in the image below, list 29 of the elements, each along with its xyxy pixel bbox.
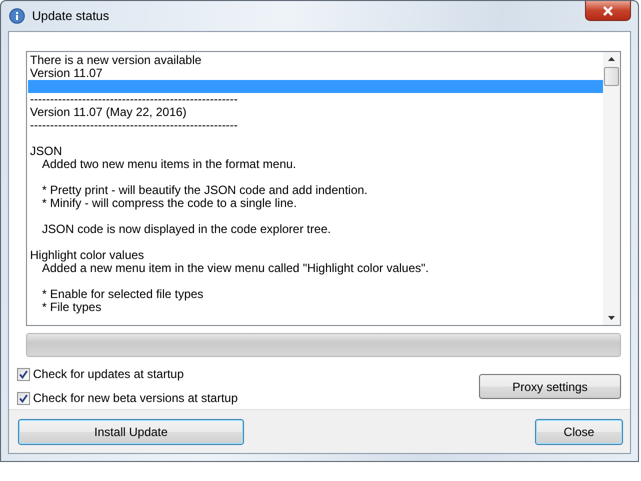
install-update-button[interactable]: Install Update	[18, 418, 244, 444]
list-line[interactable]: Added a new menu item in the view menu called "Highlight color values".	[28, 262, 603, 275]
list-line[interactable]: JSON code is now displayed in the code explorer tree.	[28, 223, 603, 236]
list-line[interactable]: * Pretty print - will beautify the JSON code and add indention.	[28, 184, 603, 197]
window-title: Update status	[32, 9, 110, 23]
list-line[interactable]: Added two new menu items in the format menu.	[28, 158, 603, 171]
scroll-up-icon[interactable]	[608, 57, 615, 61]
list-line[interactable]: JSON	[28, 145, 603, 158]
list-line[interactable]: ----------------------------------------------------	[28, 93, 603, 106]
close-icon[interactable]	[602, 6, 614, 16]
scroll-thumb[interactable]	[604, 67, 619, 86]
checkbox-label[interactable]: Check for new beta versions at startup	[33, 391, 238, 405]
list-line[interactable]: * Minify - will compress the code to a single line.	[28, 197, 603, 210]
list-line[interactable]: Highlight color values	[28, 249, 603, 262]
info-icon	[9, 8, 25, 24]
list-line[interactable]: * Enable for selected file types	[28, 288, 603, 301]
close-dialog-button[interactable]: Close	[535, 418, 623, 444]
proxy-settings-button[interactable]: Proxy settings	[479, 374, 621, 399]
scrollbar[interactable]	[603, 52, 620, 325]
checkbox[interactable]	[17, 368, 30, 380]
close-button[interactable]	[585, 1, 631, 21]
list-line[interactable]: ----------------------------------------------------	[28, 119, 603, 132]
list-line[interactable]: Version 11.07 (May 22, 2016)	[28, 106, 603, 119]
list-line[interactable]: There is a new version available	[28, 54, 603, 67]
checkbox-label[interactable]: Check for updates at startup	[33, 367, 184, 381]
scroll-down-icon[interactable]	[608, 316, 615, 320]
list-line[interactable]: * File types	[28, 301, 603, 314]
checkbox[interactable]	[17, 392, 30, 404]
list-line[interactable]: Version 11.07	[28, 67, 603, 80]
